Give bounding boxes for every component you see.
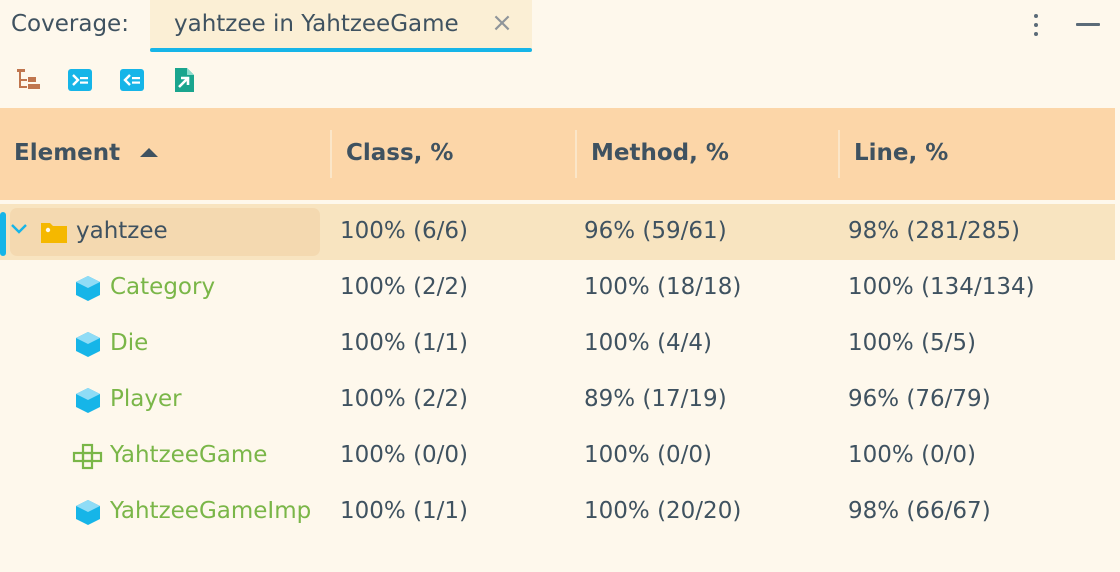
column-divider[interactable]: [838, 130, 840, 178]
coverage-toolbar: [0, 52, 1120, 108]
method-coverage: 100% (4/4): [584, 330, 713, 356]
navigate-to-source-icon[interactable]: [66, 66, 94, 94]
table-row[interactable]: Category 100% (2/2) 100% (18/18) 100% (1…: [0, 260, 1115, 316]
method-coverage: 100% (0/0): [584, 442, 713, 468]
table-header: Element Class, % Method, % Line, %: [0, 108, 1115, 200]
export-report-icon[interactable]: [170, 66, 198, 94]
tab-title: yahtzee in YahtzeeGame: [174, 11, 459, 37]
column-header-element[interactable]: Element: [14, 140, 120, 166]
element-name: yahtzee: [76, 218, 168, 244]
element-name: Die: [110, 330, 149, 356]
element-name: Player: [110, 386, 182, 412]
class-icon: [74, 498, 102, 526]
table-row[interactable]: Die 100% (1/1) 100% (4/4) 100% (5/5): [0, 316, 1115, 372]
package-folder-icon: [40, 218, 68, 246]
method-coverage: 96% (59/61): [584, 218, 727, 244]
method-coverage: 100% (18/18): [584, 274, 742, 300]
navigate-from-source-icon[interactable]: [118, 66, 146, 94]
class-icon: [74, 386, 102, 414]
more-options-icon[interactable]: [1026, 12, 1046, 38]
column-header-line[interactable]: Line, %: [854, 140, 948, 166]
class-coverage: 100% (1/1): [340, 498, 469, 524]
column-divider[interactable]: [575, 130, 577, 178]
class-coverage: 100% (2/2): [340, 274, 469, 300]
flatten-packages-icon[interactable]: [14, 66, 42, 94]
coverage-tool-window-header: Coverage: yahtzee in YahtzeeGame ×: [0, 0, 1120, 52]
column-header-class[interactable]: Class, %: [346, 140, 453, 166]
column-divider[interactable]: [330, 130, 332, 178]
line-coverage: 100% (134/134): [848, 274, 1035, 300]
tab-coverage-suite[interactable]: yahtzee in YahtzeeGame ×: [150, 0, 532, 52]
element-name: Category: [110, 274, 216, 300]
method-coverage: 89% (17/19): [584, 386, 727, 412]
chevron-down-icon[interactable]: [10, 219, 28, 237]
line-coverage: 100% (0/0): [848, 442, 977, 468]
interface-icon: [72, 442, 103, 470]
line-coverage: 98% (281/285): [848, 218, 1020, 244]
class-coverage: 100% (6/6): [340, 218, 469, 244]
table-row[interactable]: YahtzeeGame 100% (0/0) 100% (0/0) 100% (…: [0, 428, 1115, 484]
line-coverage: 100% (5/5): [848, 330, 977, 356]
class-coverage: 100% (0/0): [340, 442, 469, 468]
tool-window-title: Coverage:: [11, 11, 129, 37]
class-coverage: 100% (2/2): [340, 386, 469, 412]
class-coverage: 100% (1/1): [340, 330, 469, 356]
line-coverage: 98% (66/67): [848, 498, 991, 524]
sort-ascending-icon: [140, 148, 158, 157]
class-icon: [74, 330, 102, 358]
method-coverage: 100% (20/20): [584, 498, 742, 524]
table-row[interactable]: YahtzeeGameImp 100% (1/1) 100% (20/20) 9…: [0, 484, 1115, 540]
element-name: YahtzeeGameImp: [110, 498, 312, 524]
element-name: YahtzeeGame: [110, 442, 268, 468]
close-tab-icon[interactable]: ×: [490, 8, 514, 38]
table-row[interactable]: Player 100% (2/2) 89% (17/19) 96% (76/79…: [0, 372, 1115, 428]
column-header-method[interactable]: Method, %: [591, 140, 729, 166]
line-coverage: 96% (76/79): [848, 386, 991, 412]
minimize-icon[interactable]: [1074, 12, 1102, 38]
selection-marker: [0, 212, 6, 256]
panel-edge: [1115, 108, 1120, 572]
table-row-package[interactable]: yahtzee 100% (6/6) 96% (59/61) 98% (281/…: [0, 204, 1115, 260]
class-icon: [74, 274, 102, 302]
